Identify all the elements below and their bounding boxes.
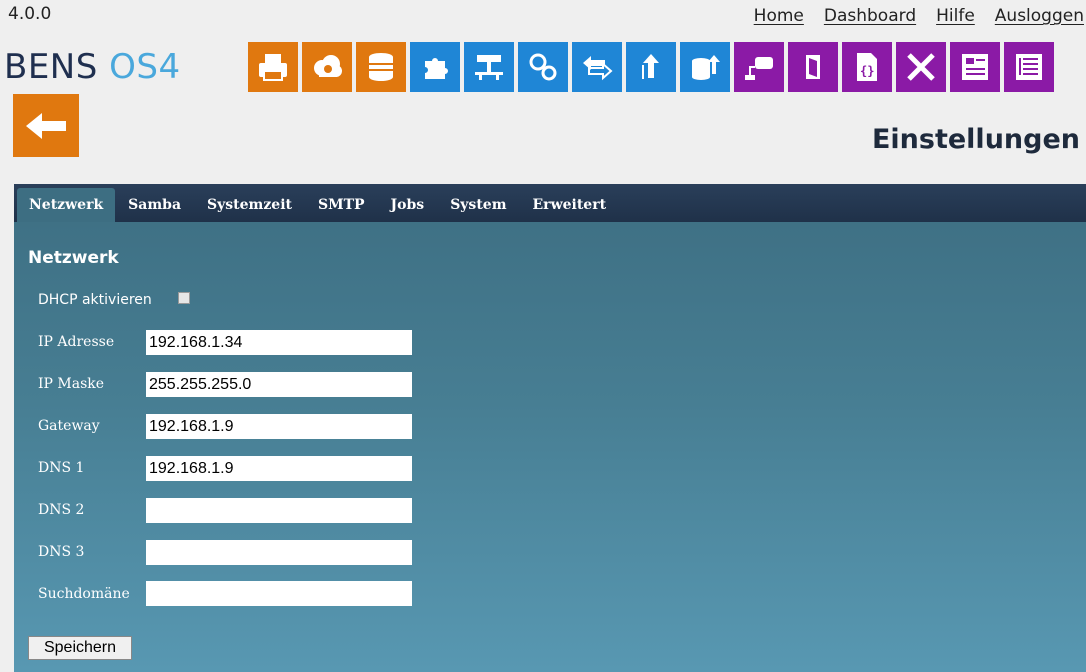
dns2-input[interactable]: [146, 498, 412, 523]
settings-panel: Netzwerk Samba Systemzeit SMTP Jobs Syst…: [14, 184, 1086, 672]
code-file-icon: {}: [857, 53, 877, 81]
transfer-icon: [583, 56, 613, 81]
dns1-label: DNS 1: [38, 460, 85, 476]
cloud-icon: [314, 55, 342, 77]
back-button[interactable]: [13, 94, 79, 157]
brand-version: OS4: [109, 47, 181, 87]
plugins-button[interactable]: [410, 42, 460, 92]
forms-button[interactable]: [950, 42, 1000, 92]
nav-dashboard-link[interactable]: Dashboard: [824, 6, 916, 26]
scripts-button[interactable]: {}: [842, 42, 892, 92]
gears-icon: [529, 53, 557, 81]
dns1-input[interactable]: [146, 456, 412, 481]
tab-system[interactable]: System: [437, 197, 519, 222]
network-icon: [475, 55, 503, 80]
dns2-label: DNS 2: [38, 502, 85, 518]
dhcp-label: DHCP aktivieren: [38, 292, 152, 308]
gateway-input[interactable]: [146, 414, 412, 439]
dhcp-checkbox[interactable]: [178, 292, 190, 304]
cloud-button[interactable]: [302, 42, 352, 92]
save-button[interactable]: Speichern: [28, 636, 132, 660]
tools-button[interactable]: [896, 42, 946, 92]
printer-button[interactable]: [248, 42, 298, 92]
tools-icon: [907, 53, 935, 81]
tab-systemzeit[interactable]: Systemzeit: [194, 197, 305, 222]
tab-jobs[interactable]: Jobs: [378, 197, 438, 222]
printer-icon: [259, 54, 287, 81]
database-icon: [369, 53, 393, 81]
form-icon: [962, 54, 988, 80]
door-icon: [806, 55, 820, 79]
top-nav: Home Dashboard Hilfe Ausloggen: [754, 6, 1084, 26]
dns3-label: DNS 3: [38, 544, 85, 560]
ip-mask-label: IP Maske: [38, 376, 105, 392]
database-button[interactable]: [356, 42, 406, 92]
services-button[interactable]: [518, 42, 568, 92]
page-title: Einstellungen: [871, 124, 1080, 155]
nav-logout-link[interactable]: Ausloggen: [995, 6, 1084, 26]
nav-help-link[interactable]: Hilfe: [936, 6, 975, 26]
search-domain-label: Suchdomäne: [38, 586, 130, 602]
nav-home-link[interactable]: Home: [754, 6, 804, 26]
transfer-button[interactable]: [572, 42, 622, 92]
scanner-button[interactable]: [734, 42, 784, 92]
network-button[interactable]: [464, 42, 514, 92]
dns3-input[interactable]: [146, 540, 412, 565]
gateway-label: Gateway: [38, 418, 100, 434]
tab-smtp[interactable]: SMTP: [305, 197, 378, 222]
log-button[interactable]: [1004, 42, 1054, 92]
version-label: 4.0.0: [8, 4, 52, 24]
tab-samba[interactable]: Samba: [115, 197, 194, 222]
search-domain-input[interactable]: [146, 581, 412, 606]
puzzle-icon: [425, 58, 448, 79]
upload-icon: [642, 54, 659, 79]
section-title: Netzwerk: [28, 248, 119, 268]
tab-erweitert[interactable]: Erweitert: [520, 197, 620, 222]
svg-text:{}: {}: [860, 64, 874, 78]
ip-address-input[interactable]: [146, 330, 412, 355]
db-upload-icon: [692, 55, 720, 80]
brand-name: BENS: [4, 47, 98, 87]
tab-bar: Netzwerk Samba Systemzeit SMTP Jobs Syst…: [14, 184, 1086, 222]
tab-netzwerk[interactable]: Netzwerk: [17, 188, 116, 222]
list-icon: [1016, 54, 1042, 80]
arrow-left-icon: [26, 112, 66, 139]
ip-address-label: IP Adresse: [38, 334, 115, 350]
backup-button[interactable]: [680, 42, 730, 92]
main-toolbar: {}: [248, 42, 1054, 92]
scanner-icon: [745, 57, 773, 80]
brand-logo: BENS OS4: [4, 47, 181, 87]
documents-button[interactable]: [788, 42, 838, 92]
ip-mask-input[interactable]: [146, 372, 412, 397]
update-button[interactable]: [626, 42, 676, 92]
